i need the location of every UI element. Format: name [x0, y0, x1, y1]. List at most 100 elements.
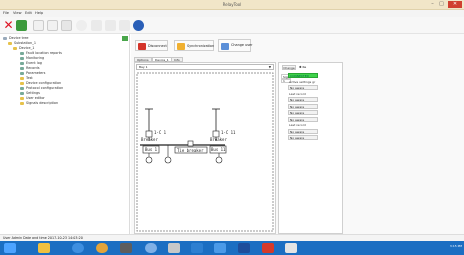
- user-icon: [221, 43, 229, 50]
- start-icon[interactable]: [4, 243, 16, 253]
- tree-root[interactable]: Device tree: [3, 36, 29, 40]
- tree-item[interactable]: Fault location reports: [20, 51, 62, 55]
- paste-icon[interactable]: [119, 20, 130, 31]
- right-breaker-code: 1-C 11: [221, 130, 236, 135]
- tree-item[interactable]: Records: [20, 66, 39, 70]
- left-breaker-code: 1-C 1: [154, 130, 167, 135]
- pdf-icon[interactable]: [262, 243, 274, 253]
- menu-file[interactable]: File: [3, 11, 9, 15]
- explorer-icon[interactable]: [38, 243, 50, 253]
- menu-view[interactable]: View: [13, 11, 22, 15]
- info-icon[interactable]: [133, 20, 144, 31]
- tree-substation[interactable]: Substation_1: [8, 41, 36, 45]
- status-field: No aware: [288, 85, 318, 90]
- maximize-button[interactable]: □: [437, 1, 446, 8]
- tree-item[interactable]: Event log: [20, 61, 42, 65]
- connect-icon[interactable]: [16, 20, 27, 31]
- minimize-button[interactable]: –: [428, 1, 437, 8]
- delete-icon[interactable]: ✕: [3, 19, 14, 31]
- mail-icon[interactable]: [191, 243, 203, 253]
- tree-item[interactable]: Device configuration: [20, 81, 61, 85]
- single-line-diagram: Bay 1 ▼ 1-C 1 Breaker 1-C 11 Breaker Bus…: [134, 62, 276, 234]
- tree-device[interactable]: Device_1: [13, 46, 34, 50]
- notepad-icon[interactable]: [285, 243, 297, 253]
- last-record-label: Last record: [289, 91, 306, 96]
- tie-switch-symbol: [187, 140, 194, 147]
- menu-edit[interactable]: Edit: [25, 11, 32, 15]
- item-icon: [20, 51, 24, 55]
- filter-button[interactable]: ✱ Re: [299, 65, 313, 70]
- sync-icon: [177, 43, 185, 50]
- bus-left-label: Bus 1: [145, 147, 158, 152]
- change-user-button[interactable]: Change user: [218, 39, 252, 52]
- folder-icon: [8, 41, 12, 45]
- pin-icon[interactable]: [122, 36, 128, 41]
- status-field: No aware: [288, 135, 318, 140]
- status-bar: User Admin Date and time 2017-10-23 14:0…: [0, 234, 464, 241]
- bay-select[interactable]: Bay 1 ▼: [136, 64, 274, 70]
- tool-icon[interactable]: [168, 243, 180, 253]
- mid-load-symbol: [164, 156, 172, 164]
- browser-icon[interactable]: [72, 243, 84, 253]
- status-text: User Admin Date and time 2017-10-23 14:0…: [3, 236, 83, 240]
- expand-icon: [3, 36, 7, 40]
- disconnect-button[interactable]: Disconnect: [135, 40, 168, 51]
- print-icon[interactable]: [91, 20, 102, 31]
- device-tree-panel: Device tree Substation_1 Device_1 Fault …: [0, 34, 130, 234]
- tree-item[interactable]: Parameters: [20, 71, 45, 75]
- left-load-symbol: [145, 156, 153, 164]
- tree-item[interactable]: User editor: [20, 96, 45, 100]
- open-icon[interactable]: [47, 20, 58, 31]
- status-field: No aware: [288, 128, 318, 134]
- item-icon: [20, 91, 24, 95]
- tie-breaker-label: Tie breaker: [177, 148, 204, 153]
- tree-item[interactable]: Signals description: [20, 101, 58, 105]
- synchronization-button[interactable]: Synchronization: [174, 40, 214, 51]
- status-field: No aware: [288, 103, 318, 109]
- refresh-icon[interactable]: [76, 20, 87, 31]
- right-breaker-label: Breaker: [210, 137, 227, 142]
- item-icon: [20, 56, 24, 60]
- taskbar-clock[interactable]: 3:15 PM: [428, 244, 462, 248]
- tree-item[interactable]: Protocol configuration: [20, 86, 63, 90]
- connected-status: CONNECTED: [288, 73, 318, 78]
- tree-item[interactable]: Test: [20, 76, 33, 80]
- media-icon[interactable]: [145, 243, 157, 253]
- title-bar: RelayTool – □ ✕: [0, 0, 464, 10]
- taskbar: 3:15 PM: [0, 241, 464, 255]
- close-button[interactable]: ✕: [448, 1, 462, 8]
- change-button[interactable]: Change: [282, 65, 296, 70]
- disconnect-icon: [138, 43, 146, 50]
- word-icon[interactable]: [214, 243, 226, 253]
- new-icon[interactable]: [33, 20, 44, 31]
- toolbar: ✕: [0, 17, 464, 34]
- app-icon[interactable]: [120, 243, 132, 253]
- bus-right-label: Bus 11: [211, 147, 226, 152]
- last-record-label-2: Last record: [289, 123, 306, 127]
- folder-icon: [13, 46, 17, 50]
- item-icon: [20, 61, 24, 65]
- save-icon[interactable]: [61, 20, 72, 31]
- active-settings-label: Active settings gr: [289, 79, 316, 84]
- item-icon: [20, 101, 24, 105]
- chevron-down-icon: ▼: [268, 65, 271, 69]
- diagram-canvas: 1-C 1 Breaker 1-C 11 Breaker Bus 1 Tie b…: [136, 72, 274, 232]
- item-icon: [20, 71, 24, 75]
- status-field: No aware: [288, 116, 318, 122]
- menu-help[interactable]: Help: [35, 11, 43, 15]
- device-status-column: CONNECTED Active settings gr No aware La…: [288, 73, 333, 142]
- copy-icon[interactable]: [105, 20, 116, 31]
- item-icon: [20, 76, 24, 80]
- status-field: No aware: [288, 97, 318, 102]
- tree-item[interactable]: Monitoring: [20, 56, 44, 60]
- window-title: RelayTool: [222, 2, 242, 7]
- app2-icon[interactable]: [238, 243, 250, 253]
- chrome-icon[interactable]: [96, 243, 108, 253]
- right-load-symbol: [215, 156, 223, 164]
- left-breaker-label: Breaker: [141, 137, 158, 142]
- tree-item[interactable]: Settings: [20, 91, 40, 95]
- status-field: No aware: [288, 110, 318, 115]
- item-icon: [20, 96, 24, 100]
- item-icon: [20, 86, 24, 90]
- item-icon: [20, 81, 24, 85]
